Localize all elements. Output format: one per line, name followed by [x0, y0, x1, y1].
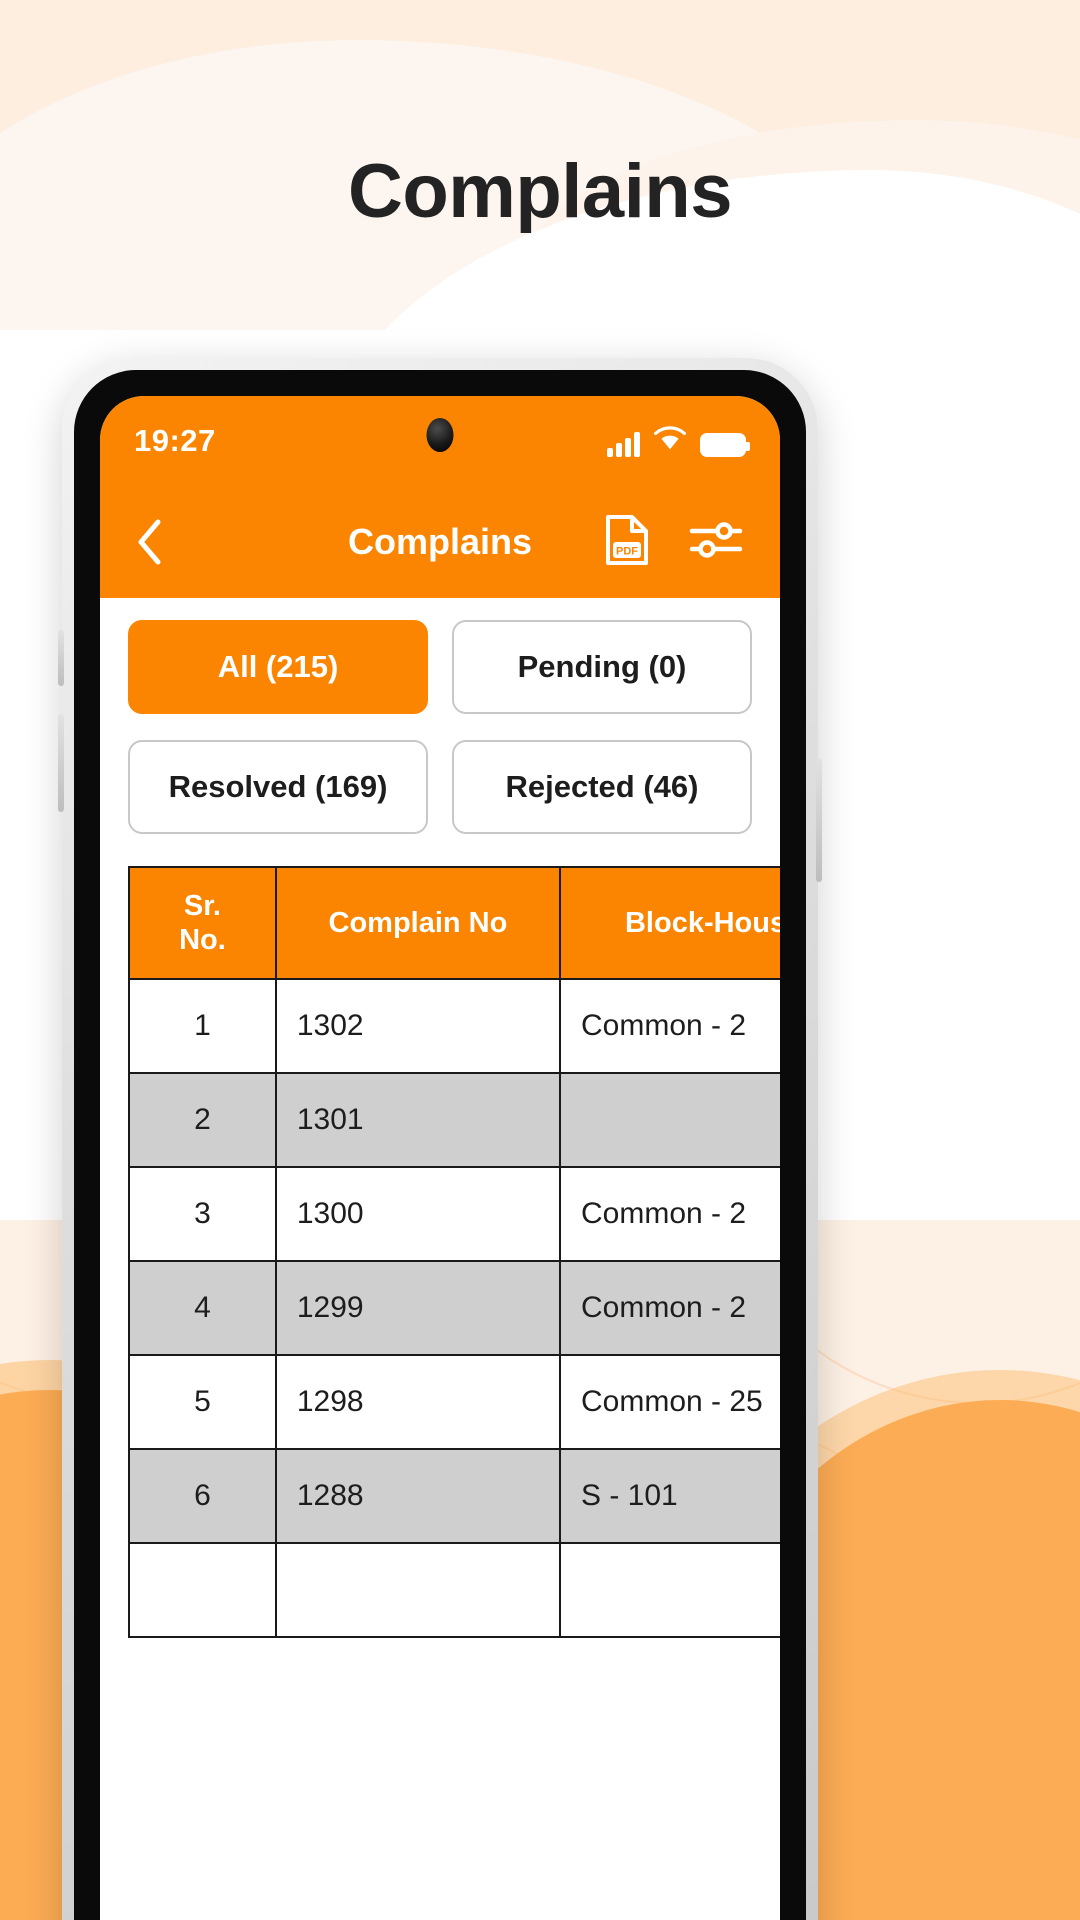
front-camera-punchhole [426, 418, 454, 452]
cell-complain-no [274, 1542, 562, 1638]
filter-chip-all[interactable]: All (215) [128, 620, 428, 714]
phone-power-button [816, 758, 822, 882]
cell-sr-no: 3 [128, 1166, 277, 1262]
screen-content: All (215) Pending (0) Resolved (169) Rej… [100, 598, 780, 1638]
chevron-left-icon [138, 519, 161, 565]
filter-chip-pending[interactable]: Pending (0) [452, 620, 752, 714]
filter-chip-group: All (215) Pending (0) Resolved (169) Rej… [100, 620, 780, 834]
cell-block-house-no: Common - 2 [559, 1260, 780, 1356]
cell-block-house-no [559, 1072, 780, 1168]
column-header-sr-line2: No. [179, 924, 226, 956]
app-bar: Complains PDF [100, 486, 780, 598]
page-title: Complains [348, 149, 733, 234]
table-row[interactable]: 5 1298 Common - 25 [128, 1354, 780, 1450]
cell-complain-no: 1298 [274, 1354, 562, 1450]
battery-icon [700, 432, 750, 457]
complaints-table-container[interactable]: Sr.No. Complain No Block-House No 1 1302 [100, 866, 780, 1638]
table-row[interactable]: 1 1302 Common - 2 [128, 978, 780, 1074]
table-row[interactable]: 2 1301 [128, 1072, 780, 1168]
cell-complain-no: 1288 [274, 1448, 562, 1544]
pdf-icon: PDF [606, 514, 648, 565]
cell-block-house-no: Common - 25 [559, 1354, 780, 1450]
filter-icon [689, 521, 743, 558]
column-header-sr-line1: Sr. [183, 889, 221, 922]
status-bar: 19:27 [100, 396, 780, 486]
cell-complain-no: 1302 [274, 978, 562, 1074]
wifi-icon [654, 425, 686, 457]
cell-sr-no: 6 [128, 1448, 277, 1544]
cell-sr-no: 4 [128, 1260, 277, 1356]
signal-icon [607, 431, 640, 457]
cell-sr-no [128, 1542, 277, 1638]
column-header-complain-no[interactable]: Complain No [274, 866, 562, 980]
cell-block-house-no: Common - 2 [559, 978, 780, 1074]
filter-button[interactable] [688, 518, 744, 567]
phone-mockup: 19:27 Complains PDF All (215) Pending (0… [58, 358, 822, 1920]
cell-sr-no: 5 [128, 1354, 277, 1450]
svg-text:PDF: PDF [616, 545, 638, 557]
cell-complain-no: 1299 [274, 1260, 562, 1356]
table-row[interactable] [128, 1542, 780, 1638]
filter-chip-resolved[interactable]: Resolved (169) [128, 740, 428, 834]
column-header-block-house-no[interactable]: Block-House No [559, 866, 780, 980]
table-header-row: Sr.No. Complain No Block-House No [128, 866, 780, 980]
filter-chip-rejected[interactable]: Rejected (46) [452, 740, 752, 834]
app-bar-actions: PDF [604, 513, 744, 572]
table-row[interactable]: 3 1300 Common - 2 [128, 1166, 780, 1262]
phone-screen: 19:27 Complains PDF All (215) Pending (0… [100, 396, 780, 1920]
column-header-sr-no[interactable]: Sr. No. [128, 866, 277, 980]
phone-bezel: 19:27 Complains PDF All (215) Pending (0… [74, 370, 806, 1920]
pdf-export-button[interactable]: PDF [604, 513, 650, 572]
status-bar-time: 19:27 [134, 423, 216, 458]
cell-complain-no: 1300 [274, 1166, 562, 1262]
cell-sr-no: 2 [128, 1072, 277, 1168]
back-button[interactable] [136, 515, 182, 569]
cell-sr-no: 1 [128, 978, 277, 1074]
phone-volume-button [58, 714, 64, 812]
phone-side-button [58, 630, 64, 686]
cell-block-house-no: S - 101 [559, 1448, 780, 1544]
cell-block-house-no: Common - 2 [559, 1166, 780, 1262]
table-body: 1 1302 Common - 2 2 1301 3 1300 Common -… [128, 978, 780, 1638]
table-header: Sr.No. Complain No Block-House No [128, 866, 780, 980]
table-row[interactable]: 4 1299 Common - 2 [128, 1260, 780, 1356]
screenshot-stage: Complains 19:27 Complains PDF All (215) … [0, 0, 1080, 1920]
cell-complain-no: 1301 [274, 1072, 562, 1168]
table-row[interactable]: 6 1288 S - 101 [128, 1448, 780, 1544]
status-bar-icons [607, 425, 750, 457]
complaints-table: Sr.No. Complain No Block-House No 1 1302 [128, 866, 780, 1638]
cell-block-house-no [559, 1542, 780, 1638]
